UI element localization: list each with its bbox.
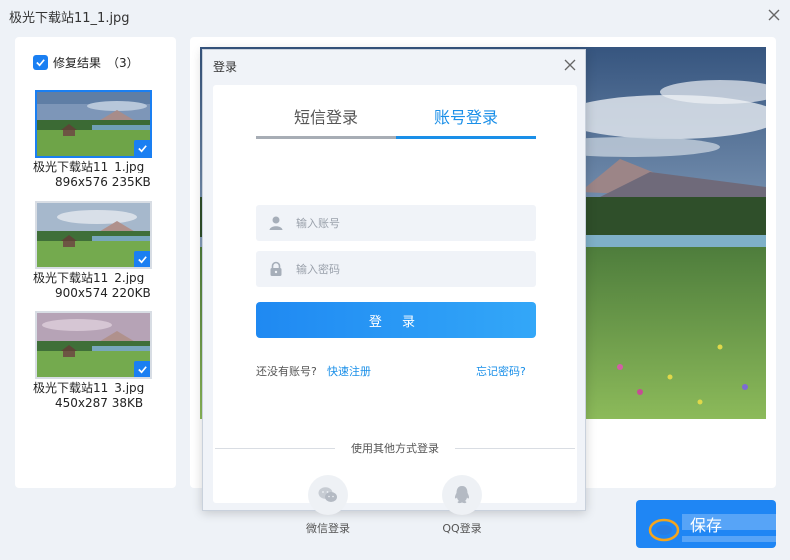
wechat-login-button[interactable]: 微信登录 [298, 475, 358, 536]
qq-login-button[interactable]: QQ登录 [432, 475, 492, 536]
login-submit-button[interactable]: 登 录 [256, 302, 536, 338]
other-login-label: 使用其他方式登录 [351, 442, 439, 455]
dialog-title: 登录 [213, 60, 238, 74]
no-account-text: 还没有账号? [256, 365, 317, 378]
window-close-button[interactable] [764, 5, 784, 25]
forgot-password-link[interactable]: 忘记密码? [476, 363, 526, 379]
save-button[interactable]: 保存 [636, 500, 776, 548]
selected-check[interactable] [134, 361, 150, 377]
results-label: 修复结果 [53, 55, 102, 70]
result-filename: 极光下载站11_2.jpg [33, 271, 145, 284]
tab-label: 账号登录 [433, 108, 498, 127]
result-meta: 450x287 38KB [55, 396, 144, 410]
password-field[interactable] [256, 251, 536, 287]
tab-label: 短信登录 [293, 108, 358, 127]
result-thumbnail[interactable] [35, 90, 152, 158]
user-icon [256, 205, 296, 241]
select-all-checkbox[interactable] [33, 54, 48, 70]
dialog-close-button[interactable] [561, 56, 579, 74]
selected-check[interactable] [134, 140, 150, 156]
result-filename: 极光下载站11_3.jpg [33, 381, 145, 394]
result-meta: 896x576 235KB [55, 175, 151, 189]
account-input[interactable] [296, 216, 516, 230]
tab-account-login[interactable]: 账号登录 [396, 107, 536, 139]
login-dialog: 登录 短信登录 账号登录 登 录 还没有账号? 快速注册 忘记密码? [202, 49, 586, 535]
close-icon [768, 9, 780, 21]
result-thumbnail[interactable] [35, 311, 152, 379]
divider [455, 448, 575, 449]
window-title: 极光下载站11_1.jpg [9, 11, 130, 26]
results-panel: 修复结果 （3） 极光下载站11_1.jpg 896x576 235KB 极光下… [15, 37, 176, 488]
tab-sms-login[interactable]: 短信登录 [256, 107, 396, 139]
checkmark-icon [137, 255, 147, 263]
results-count: （3） [107, 55, 139, 70]
wechat-icon [308, 475, 348, 515]
tab-underline [256, 136, 396, 139]
lock-icon [256, 251, 296, 287]
result-filename: 极光下载站11_1.jpg [33, 160, 145, 173]
register-link[interactable]: 快速注册 [327, 363, 371, 379]
results-header: 修复结果 （3） [33, 54, 139, 70]
password-input[interactable] [296, 262, 516, 276]
checkmark-icon [36, 58, 45, 66]
qq-icon [442, 475, 482, 515]
divider [215, 448, 335, 449]
selected-check[interactable] [134, 251, 150, 267]
checkmark-icon [137, 144, 147, 152]
qq-login-label: QQ登录 [442, 522, 482, 535]
close-icon [564, 59, 576, 71]
checkmark-icon [137, 365, 147, 373]
wechat-login-label: 微信登录 [306, 522, 350, 535]
result-thumbnail[interactable] [35, 201, 152, 269]
dialog-body: 短信登录 账号登录 登 录 还没有账号? 快速注册 忘记密码? 使用其他方式登录 [213, 85, 577, 535]
result-meta: 900x574 220KB [55, 286, 151, 300]
tab-underline [396, 136, 536, 139]
account-field[interactable] [256, 205, 536, 241]
window-titlebar: 极光下载站11_1.jpg [0, 0, 790, 30]
